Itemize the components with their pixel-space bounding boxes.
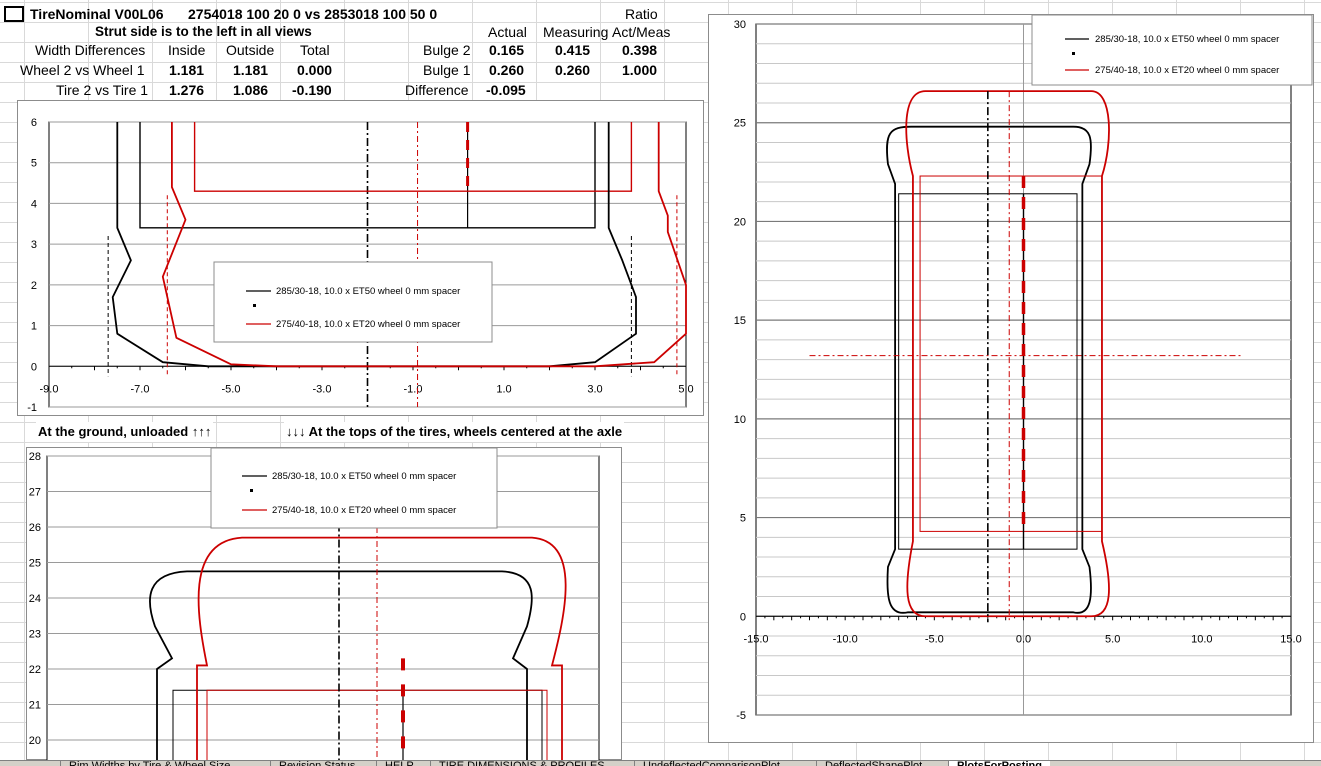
cell-total: 0.000 — [297, 62, 333, 78]
x-tick-label: -15.0 — [743, 633, 768, 645]
y-tick-label: 25 — [734, 118, 746, 130]
y-tick-label: 0 — [740, 611, 746, 623]
legend-tire2: 275/40-18, 10.0 x ET20 wheel 0 mm spacer — [272, 505, 456, 516]
sheet-tab[interactable]: Revision Status — [270, 761, 363, 766]
sheet-tab-active[interactable]: PlotsForPosting — [948, 761, 1050, 766]
cell-measuring: 0.260 — [555, 62, 591, 78]
cell-actual: 0.165 — [489, 42, 525, 58]
y-tick-label: 3 — [31, 239, 37, 251]
sheet-tab[interactable]: TIRE DIMENSIONS & PROFILES — [430, 761, 613, 766]
col-actual: Actual — [488, 24, 527, 40]
cell-actual: 0.260 — [489, 62, 525, 78]
cell-total: -0.190 — [292, 82, 332, 98]
col-act-meas: Act/Meas — [612, 24, 671, 40]
sheet-tab-bar: Rim Widths by Tire & Wheel Size Revision… — [0, 760, 1321, 766]
y-tick-label: 26 — [29, 522, 41, 534]
x-tick-label: -5.0 — [222, 383, 241, 395]
y-tick-label: 22 — [29, 664, 41, 676]
tops-caption: ↓↓↓ At the tops of the tires, wheels cen… — [284, 422, 625, 442]
cell-actual: -0.095 — [486, 82, 526, 98]
ground-view-chart[interactable]: -1 0 1 2 3 4 5 6 -9.0 -7.0 -5.0 -3.0 -1.0 1.0 3.0 5.0 2… — [17, 100, 704, 416]
x-tick-label: 10.0 — [1191, 633, 1212, 645]
y-tick-label: 21 — [29, 700, 41, 712]
cell-ratio: 0.398 — [622, 42, 658, 58]
ground-caption: At the ground, unloaded ↑↑↑ — [36, 422, 214, 442]
y-tick-label: 6 — [31, 117, 37, 129]
y-tick-label: 30 — [734, 19, 746, 31]
legend-tire1: 285/30-18, 10.0 x ET50 wheel 0 mm spacer — [272, 471, 456, 482]
col-outside: Outside — [226, 42, 275, 58]
col-measuring: Measuring — [543, 24, 609, 40]
y-tick-label: 20 — [734, 216, 746, 228]
cell-outside: 1.086 — [233, 82, 269, 98]
y-tick-label: 15 — [734, 315, 746, 327]
legend-tire2: 275/40-18, 10.0 x ET20 wheel 0 mm spacer — [276, 319, 460, 330]
y-tick-label: 28 — [29, 451, 41, 463]
row-label: Tire 2 vs Tire 1 — [56, 82, 149, 98]
legend-tire1: 285/30-18, 10.0 x ET50 wheel 0 mm spacer — [1095, 34, 1279, 45]
x-tick-label: -9.0 — [40, 383, 59, 395]
x-tick-label: 5.0 — [1105, 633, 1120, 645]
y-tick-label: 0 — [31, 361, 37, 373]
y-tick-label: 25 — [29, 558, 41, 570]
tops-view-chart[interactable]: 20 21 22 23 24 25 26 27 28 285/30-18, 10.0 x ET5… — [26, 447, 622, 761]
chart-legend: 285/30-18, 10.0 x ET50 wheel 0 mm spacer… — [1031, 15, 1313, 86]
sheet-tab[interactable]: UndeflectedComparisonPlot — [634, 761, 788, 766]
ratio-label: Ratio — [625, 6, 658, 22]
strut-note: Strut side is to the left in all views — [95, 24, 312, 39]
sheet-tab[interactable]: Rim Widths by Tire & Wheel Size — [60, 761, 238, 766]
x-tick-label: 15.0 — [1280, 633, 1301, 645]
legend-tire1: 285/30-18, 10.0 x ET50 wheel 0 mm spacer — [276, 286, 460, 297]
y-tick-label: 5 — [740, 513, 746, 525]
cell-ratio: 1.000 — [622, 62, 658, 78]
chart-legend: 285/30-18, 10.0 x ET50 wheel 0 mm spacer… — [210, 448, 498, 529]
cell-measuring: 0.415 — [555, 42, 591, 58]
select-all-corner[interactable] — [4, 6, 24, 22]
y-tick-label: 20 — [29, 735, 41, 747]
y-tick-label: 1 — [31, 321, 37, 333]
sheet-tab[interactable]: DeflectedShapePlot — [816, 761, 930, 766]
y-tick-label: -5 — [736, 710, 746, 722]
legend-tire2: 275/40-18, 10.0 x ET20 wheel 0 mm spacer — [1095, 65, 1279, 76]
x-tick-label: 1.0 — [496, 383, 511, 395]
cell-inside: 1.181 — [169, 62, 205, 78]
x-tick-label: -7.0 — [131, 383, 150, 395]
x-tick-label: 0.0 — [1016, 633, 1031, 645]
x-tick-label: 5.0 — [678, 383, 693, 395]
x-tick-label: -3.0 — [313, 383, 332, 395]
cell-outside: 1.181 — [233, 62, 269, 78]
x-tick-label: -1.0 — [404, 383, 423, 395]
y-tick-label: -1 — [27, 402, 37, 414]
col-total: Total — [300, 42, 330, 58]
y-tick-label: 27 — [29, 487, 41, 499]
y-tick-label: 10 — [734, 414, 746, 426]
x-tick-label: -10.0 — [833, 633, 858, 645]
width-diff-title: Width Differences — [35, 42, 146, 58]
y-tick-label: 23 — [29, 629, 41, 641]
y-tick-label: 5 — [31, 158, 37, 170]
row-label: Bulge 1 — [423, 62, 471, 78]
full-view-chart[interactable]: -5 0 5 10 15 20 25 30 -15.0 -10.0 -5.0 0.0 5.0 10.0 15… — [708, 14, 1314, 743]
row-label: Wheel 2 vs Wheel 1 — [20, 62, 145, 78]
workbook-title: TireNominal V00L06 — [30, 6, 164, 22]
y-tick-label: 2 — [31, 280, 37, 292]
x-tick-label: -5.0 — [925, 633, 944, 645]
row-label: Bulge 2 — [423, 42, 471, 58]
x-tick-label: 3.0 — [587, 383, 602, 395]
sheet-tab[interactable]: HELP — [376, 761, 422, 766]
chart-legend: 285/30-18, 10.0 x ET50 wheel 0 mm spacer… — [213, 261, 493, 343]
y-tick-label: 24 — [29, 593, 41, 605]
comparison-codes: 2754018 100 20 0 vs 2853018 100 50 0 — [188, 6, 438, 22]
y-tick-label: 4 — [31, 198, 37, 210]
cell-inside: 1.276 — [169, 82, 205, 98]
col-inside: Inside — [168, 42, 206, 58]
row-label: Difference — [405, 82, 469, 98]
